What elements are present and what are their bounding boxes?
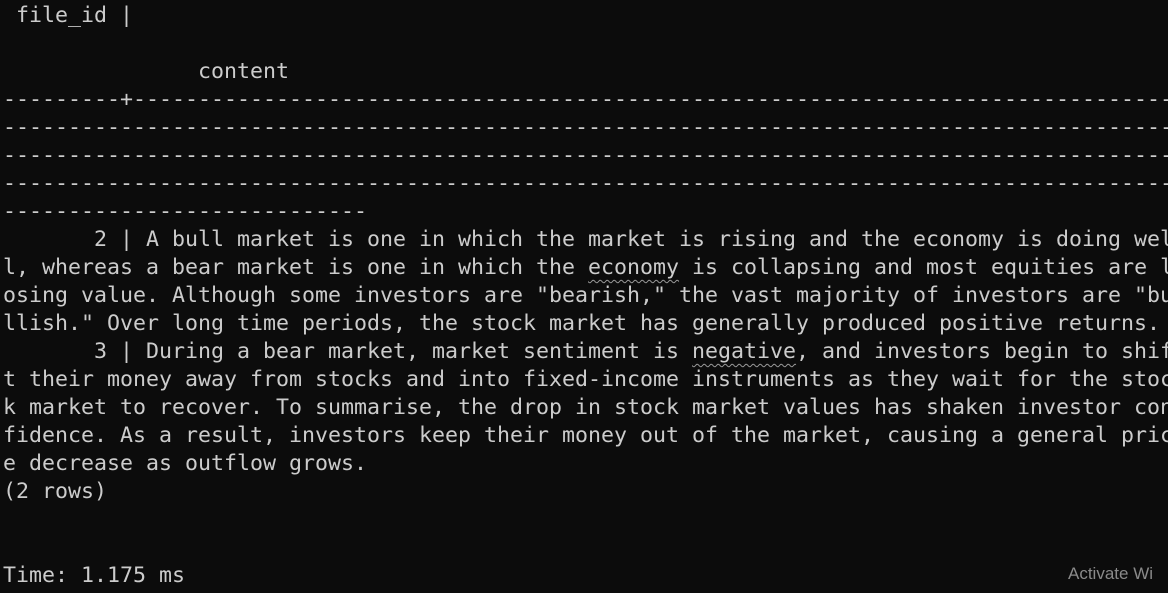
header-file-id: file_id |: [3, 3, 134, 28]
row-text-line: 2 | A bull market is one in which the ma…: [3, 227, 1168, 252]
table-separator: ----------------------------------------…: [3, 115, 1168, 140]
spellcheck-underlined-word: economy: [588, 255, 680, 280]
header-content: content: [3, 59, 290, 84]
row-text-line: k market to recover. To summarise, the d…: [3, 395, 1168, 420]
row-text-line: osing value. Although some investors are…: [3, 283, 1168, 308]
row-text-line: l, whereas a bear market is one in which…: [3, 254, 1168, 282]
table-separator: ---------+------------------------------…: [3, 87, 1168, 112]
row-text-segment: 3 | During a bear market, market sentime…: [3, 339, 693, 364]
table-row: 3 | During a bear market, market sentime…: [3, 338, 1168, 478]
row-text-line: e decrease as outflow grows.: [3, 451, 368, 476]
query-timing: Time: 1.175 ms: [3, 563, 186, 588]
spellcheck-underlined-word: negative: [692, 339, 797, 364]
row-text-segment: is collapsing and most equities are l: [679, 255, 1168, 280]
activate-windows-watermark: Activate Wi: [1068, 564, 1154, 583]
row-text-segment: l, whereas a bear market is one in which…: [3, 255, 589, 280]
row-text-segment: , and investors begin to shif: [796, 339, 1168, 364]
table-separator: ----------------------------------------…: [3, 171, 1168, 196]
terminal-output[interactable]: file_id | content ---------+------------…: [3, 2, 1168, 593]
row-text-line: fidence. As a result, investors keep the…: [3, 423, 1168, 448]
row-text-line: llish." Over long time periods, the stoc…: [3, 311, 1161, 336]
row-count: (2 rows): [3, 479, 108, 504]
table-row: 2 | A bull market is one in which the ma…: [3, 226, 1168, 338]
row-text-line: t their money away from stocks and into …: [3, 367, 1168, 392]
table-separator: ----------------------------: [3, 199, 368, 224]
table-separator: ----------------------------------------…: [3, 143, 1168, 168]
row-text-line: 3 | During a bear market, market sentime…: [3, 338, 1168, 366]
